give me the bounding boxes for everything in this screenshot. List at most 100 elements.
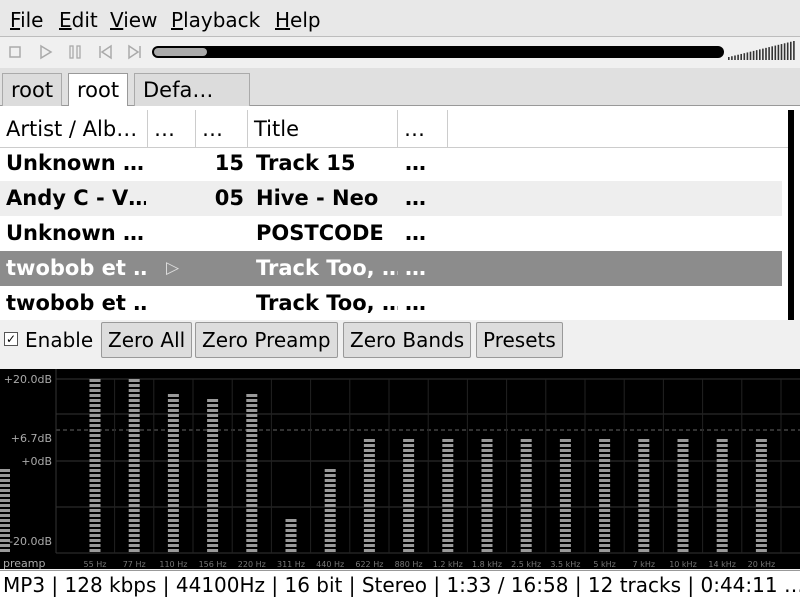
band-bar <box>520 474 532 477</box>
band-bar <box>716 449 728 452</box>
band-bar <box>520 539 532 542</box>
playlist-scrollbar[interactable] <box>788 110 794 320</box>
band-bar <box>403 454 415 457</box>
band-bar <box>559 539 571 542</box>
band-bar <box>481 544 493 547</box>
band-bar <box>755 449 767 452</box>
band-bar <box>89 434 101 437</box>
playlist-row[interactable]: Unknown … 15 Track 15 … <box>0 146 782 181</box>
column-track[interactable]: … <box>196 110 248 148</box>
play-icon[interactable] <box>36 43 54 61</box>
cell-title: Hive - Neo <box>256 186 379 210</box>
band-bar <box>363 464 375 467</box>
band-bar <box>167 474 179 477</box>
playlist-row[interactable]: Unknown … POSTCODE … <box>0 216 782 251</box>
band-bar <box>442 479 454 482</box>
band-frequency-label: 10 kHz <box>669 560 697 569</box>
band-bar <box>128 414 140 417</box>
cell-title: Track Too, … <box>256 291 398 315</box>
band-bar <box>638 514 650 517</box>
zero-preamp-button[interactable]: Zero Preamp <box>195 322 338 358</box>
band-bar <box>363 509 375 512</box>
preamp-bar <box>0 509 10 512</box>
column-2[interactable]: … <box>148 110 196 148</box>
preamp-bar <box>0 469 10 472</box>
band-bar <box>89 509 101 512</box>
next-icon[interactable] <box>126 43 144 61</box>
now-playing-icon: ▷ <box>166 258 180 278</box>
menu-view[interactable]: View <box>110 8 157 32</box>
band-bar <box>520 479 532 482</box>
playlist-row[interactable]: twobob et … Track Too, … … <box>0 286 782 321</box>
previous-icon[interactable] <box>96 43 114 61</box>
playlist-row-selected[interactable]: twobob et … ▷ Track Too, … … <box>0 251 782 286</box>
band-bar <box>403 544 415 547</box>
volume-slider[interactable] <box>728 41 798 61</box>
band-bar <box>481 509 493 512</box>
band-bar <box>89 404 101 407</box>
menu-edit[interactable]: Edit <box>59 8 98 32</box>
band-bar <box>324 549 336 552</box>
band-bar <box>638 439 650 442</box>
band-frequency-label: 156 Hz <box>199 560 227 569</box>
band-bar <box>442 539 454 542</box>
band-bar <box>599 524 611 527</box>
band-bar <box>363 479 375 482</box>
tab-root-2[interactable]: root <box>68 73 129 107</box>
equalizer-graph[interactable]: +20.0dB +6.7dB +0dB -20.0dB 55 Hz 77 Hz 110 Hz… <box>0 369 800 570</box>
band-bar <box>128 479 140 482</box>
menu-help[interactable]: Help <box>275 8 321 32</box>
band-bar <box>128 394 140 397</box>
column-title[interactable]: Title <box>248 110 398 148</box>
zero-all-button[interactable]: Zero All <box>101 322 193 358</box>
band-bar <box>324 484 336 487</box>
band-bar <box>167 459 179 462</box>
band-bar <box>442 524 454 527</box>
preamp-bar <box>0 494 10 497</box>
band-bar <box>403 464 415 467</box>
band-bar <box>755 549 767 552</box>
band-bar <box>481 489 493 492</box>
band-bar <box>599 519 611 522</box>
band-bar <box>559 474 571 477</box>
band-bar <box>677 534 689 537</box>
pause-icon[interactable] <box>66 43 84 61</box>
zero-bands-button[interactable]: Zero Bands <box>343 322 472 358</box>
band-bar <box>128 549 140 552</box>
band-bar <box>128 459 140 462</box>
stop-icon[interactable] <box>6 43 24 61</box>
menu-playback[interactable]: Playback <box>171 8 260 32</box>
band-bar <box>442 519 454 522</box>
band-bar <box>520 509 532 512</box>
column-artist-album[interactable]: Artist / Alb… <box>0 110 148 148</box>
band-bar <box>167 489 179 492</box>
band-bar <box>207 544 219 547</box>
band-bar <box>559 454 571 457</box>
band-bar <box>207 534 219 537</box>
band-bar <box>363 499 375 502</box>
tab-default[interactable]: Defa… <box>134 73 250 106</box>
playlist-row[interactable]: Andy C - V… 05 Hive - Neo … <box>0 181 782 216</box>
band-bar <box>638 534 650 537</box>
band-bar <box>207 399 219 402</box>
enable-checkbox[interactable]: ✓ <box>4 332 18 346</box>
column-5[interactable]: … <box>398 110 448 148</box>
volume-step <box>762 48 764 60</box>
volume-step <box>774 45 777 60</box>
menu-file[interactable]: File <box>10 8 43 32</box>
cell-artist: Andy C - V… <box>6 186 146 210</box>
band-bar <box>167 444 179 447</box>
band-bar <box>520 529 532 532</box>
tab-root-1[interactable]: root <box>2 73 63 106</box>
band-bar <box>246 444 258 447</box>
band-bar <box>677 529 689 532</box>
band-bar <box>638 444 650 447</box>
band-bar <box>481 524 493 527</box>
enable-label[interactable]: Enable <box>25 328 93 352</box>
seek-slider[interactable] <box>152 46 724 58</box>
band-bar <box>599 544 611 547</box>
band-bar <box>207 404 219 407</box>
cell-title: Track 15 <box>256 151 356 175</box>
band-bar <box>755 469 767 472</box>
presets-button[interactable]: Presets <box>476 322 563 358</box>
